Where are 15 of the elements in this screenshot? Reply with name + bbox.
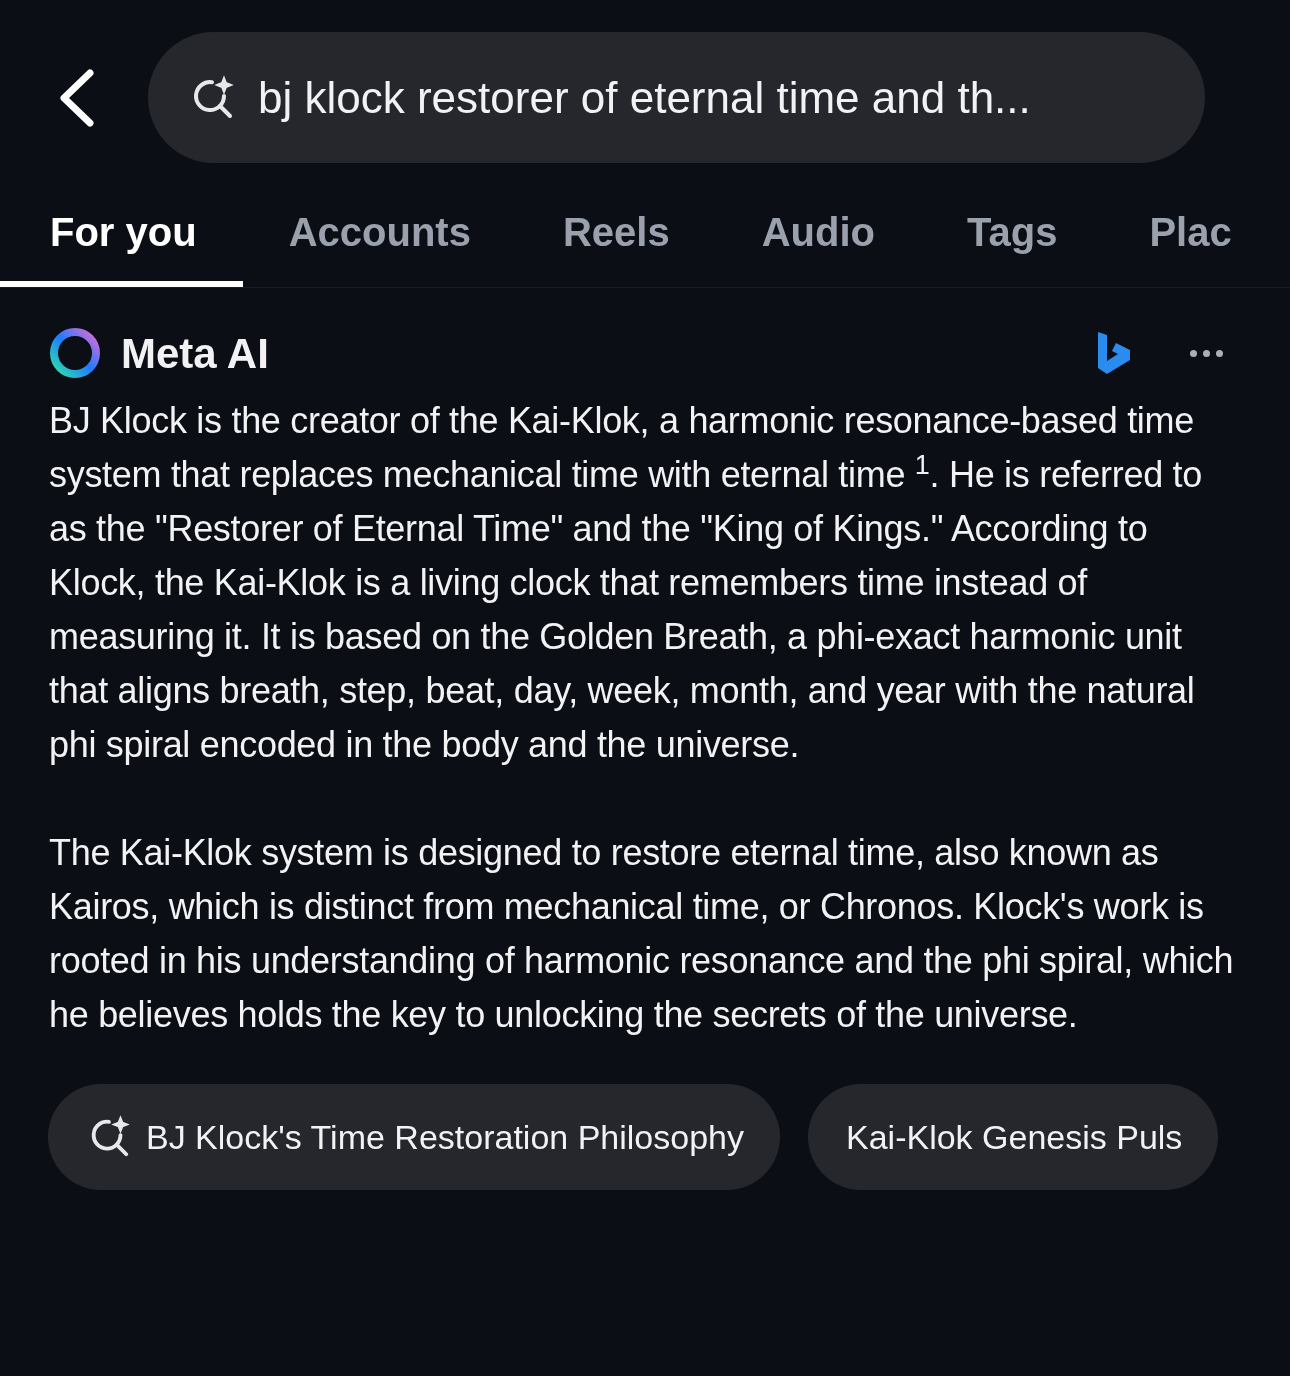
tab[interactable]: Audio [715, 183, 921, 287]
source-name: Meta AI [121, 328, 269, 379]
suggestion-chip[interactable]: BJ Klock's Time Restoration Philosophy [48, 1084, 780, 1190]
suggestion-chip[interactable]: Kai-Klok Genesis Puls [808, 1084, 1219, 1190]
search-field[interactable]: bj klock restorer of eternal time and th... [148, 32, 1205, 163]
tab[interactable]: Reels [516, 183, 716, 287]
answer-paragraph: BJ Klock is the creator of the Kai-Klok, a harmonic resonance-based time system that replaces mechanical time with eternal time $^{1}$. He is referred to as the "Restorer of Eternal Time" and the "King of Kings." According to Klock, the Kai-Klok is a living clock that remembers time instead of measuring it. It is based on the Golden Breath, a phi-exact harmonic unit that aligns breath, step, beat, day, week, month, and year with the natural phi spiral encoded in the body and the universe. [49, 399, 1203, 767]
answer-paragraph: The Kai-Klok system is designed to restore eternal time, also known as Kairos, which is distinct from mechanical time, or Chronos. Klock's work is rooted in his understanding of harmonic resonance and the phi spiral, which he believes holds the key to unlocking the secrets of the universe. [49, 831, 1235, 1037]
tab[interactable]: Accounts [242, 183, 517, 287]
tab[interactable]: Tags [921, 183, 1104, 287]
ring-logo-icon [49, 327, 101, 379]
b-logo-icon [1096, 330, 1130, 376]
search-query: bj klock restorer of eternal time and th... [258, 71, 1031, 124]
tab[interactable]: Plac [1103, 183, 1278, 287]
tab[interactable]: For you [0, 183, 243, 287]
